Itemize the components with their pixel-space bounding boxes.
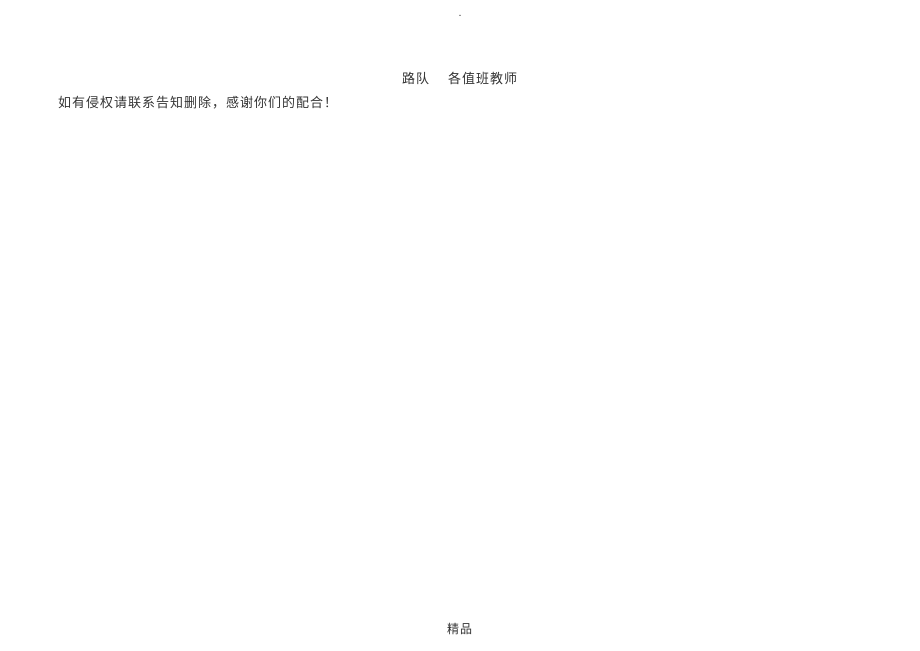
- content-line-2: 如有侵权请联系告知删除，感谢你们的配合！: [58, 92, 338, 111]
- content-line-1-part2: 各值班教师: [448, 71, 518, 86]
- page-footer: 精品: [447, 620, 473, 637]
- content-line-1-part1: 路队: [402, 71, 430, 86]
- content-line-1: 路队 各值班教师: [402, 68, 518, 87]
- page-header-marker: .: [459, 8, 462, 19]
